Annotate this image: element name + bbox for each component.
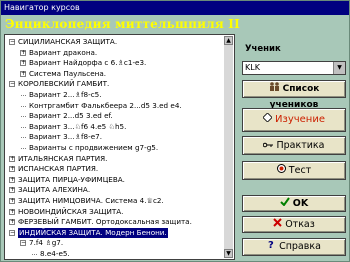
tree-connector (21, 148, 26, 149)
tree-connector (21, 105, 26, 107)
tree-item[interactable]: −7.f4 ♗g7. (5, 238, 223, 249)
tree-item[interactable]: Контргамбит Фалькбеера 2...d5 3.ed e4. (5, 101, 223, 112)
tree-item-label: ИСПАНСКАЯ ПАРТИЯ. (18, 164, 99, 174)
tree-item[interactable]: + ЗАЩИТА НИМЦОВИЧА. Система 4.♕c2. (5, 196, 223, 207)
tree-scrollbar[interactable]: ▲ ▼ (224, 36, 233, 258)
practice-label: Практика (276, 140, 325, 151)
diamond-icon (262, 109, 273, 131)
tree-item-label: Вариант Найдорфа с 6.♗c1-e3. (29, 58, 147, 68)
tree-item[interactable]: Вариант 2...♗f8-c5. (5, 90, 223, 101)
tree-item-label: Вариант 3...♗f8-e7. (29, 132, 102, 142)
tree-connector (32, 254, 37, 255)
course-navigator-window: Навигатор курсов Энциклопедия миттельшпи… (0, 0, 350, 262)
student-select-value: KLK (245, 63, 260, 72)
tree-item-label: ЗАЩИТА АЛЕХИНА. (18, 185, 91, 195)
collapse-minus-icon[interactable]: − (9, 229, 15, 236)
tree-item-label: Контргамбит Фалькбеера 2...d5 3.ed e4. (29, 100, 182, 110)
expand-plus-icon[interactable]: + (9, 208, 15, 215)
tree-item[interactable]: − СИЦИЛИАНСКАЯ ЗАЩИТА. (5, 37, 223, 48)
x-icon (273, 217, 282, 232)
target-icon (276, 162, 286, 179)
tree-item-label: Система Паульсена. (29, 68, 107, 78)
tree-item[interactable]: Вариант 3...♗f8-e7. (5, 132, 223, 143)
tree-item[interactable]: + ФЕРЗЕВЫЙ ГАМБИТ. Ортодоксальная защита. (5, 217, 223, 228)
tree-connector (21, 137, 26, 139)
tree-item-label: Вариант 2...d5 3.ed ef. (29, 111, 113, 121)
tree-item[interactable]: + Вариант Найдорфа с 6.♗c1-e3. (5, 58, 223, 69)
window-title: Навигатор курсов (4, 3, 80, 12)
tree-connector (21, 116, 26, 118)
tree-item[interactable]: + НОВОИНДИЙСКАЯ ЗАЩИТА. (5, 207, 223, 218)
ok-button[interactable]: OK (242, 195, 346, 212)
tree-item-label: Вариант дракона. (29, 47, 98, 57)
tree-item-label: 7.f4 ♗g7. (29, 238, 64, 248)
expand-plus-icon[interactable]: + (9, 176, 15, 183)
key-icon (263, 137, 274, 154)
tree-connector (21, 95, 26, 96)
expand-plus-icon[interactable]: + (9, 155, 15, 162)
student-select[interactable]: KLK ▼ (242, 61, 346, 75)
tree-item-label: СИЦИЛИАНСКАЯ ЗАЩИТА. (18, 37, 118, 46)
tree-item[interactable]: + ЗАЩИТА ПИРЦА-УФИМЦЕВА. (5, 175, 223, 186)
expand-plus-icon[interactable]: + (20, 70, 26, 77)
tree-item-label: ЗАЩИТА НИМЦОВИЧА. Система 4.♕c2. (18, 196, 164, 205)
tree-item[interactable]: − ИНДИЙСКАЯ ЗАЩИТА. Модерн Бенони. (5, 227, 223, 239)
checkmark-icon (280, 196, 290, 211)
tree-item[interactable]: 8.e4-e5. (5, 249, 223, 259)
cancel-label: Отказ (285, 219, 315, 230)
tree-item-label: Вариант 2...♗f8-c5. (29, 90, 102, 99)
course-tree[interactable]: − СИЦИЛИАНСКАЯ ЗАЩИТА. + Вариант дракона. + В… (4, 34, 235, 260)
collapse-minus-icon[interactable]: − (9, 81, 15, 88)
people-icon (269, 81, 280, 97)
tree-item[interactable]: + ИСПАНСКАЯ ПАРТИЯ. (5, 164, 223, 175)
tree-item[interactable]: − КОРОЛЕВСКИЙ ГАМБИТ. (5, 79, 223, 90)
window-titlebar[interactable]: Навигатор курсов (1, 1, 349, 15)
tree-item-label: ИНДИЙСКАЯ ЗАЩИТА. Модерн Бенони. (18, 227, 168, 239)
tree-item[interactable]: + Система Паульсена. (5, 69, 223, 80)
student-list-button[interactable]: Список учеников (242, 80, 346, 110)
svg-text:?: ? (268, 240, 274, 249)
scroll-up-arrow-icon[interactable]: ▲ (224, 36, 233, 45)
tree-item[interactable]: Вариант 2...d5 3.ed ef. (5, 111, 223, 122)
tree-item-label: Варианты с продвижением g7-g5. (29, 143, 159, 152)
page-title: Энциклопедия миттельшпиля II (5, 17, 240, 31)
tree-item-label: ИТАЛЬЯНСКАЯ ПАРТИЯ. (18, 153, 108, 163)
question-icon: ? (267, 239, 276, 255)
help-label: Справка (279, 241, 321, 252)
scroll-down-arrow-icon[interactable]: ▼ (224, 249, 233, 258)
help-button[interactable]: ? Справка (242, 238, 346, 256)
tree-item[interactable]: + ИТАЛЬЯНСКАЯ ПАРТИЯ. (5, 154, 223, 165)
expand-plus-icon[interactable]: + (9, 187, 15, 194)
tree-item[interactable]: + Вариант дракона. (5, 48, 223, 59)
tree-item-label: 8.e4-e5. (40, 249, 70, 258)
expand-plus-icon[interactable]: + (20, 60, 26, 67)
expand-plus-icon[interactable]: + (20, 49, 26, 56)
tree-item[interactable]: Варианты с продвижением g7-g5. (5, 143, 223, 154)
tree-connector (21, 126, 26, 128)
expand-plus-icon[interactable]: + (9, 166, 15, 173)
study-label: Изучение (275, 114, 325, 125)
tree-item-label: Вариант 3...♘f6 4.e5 ♘h5. (29, 121, 127, 131)
tree-item-label: ЗАЩИТА ПИРЦА-УФИМЦЕВА. (18, 174, 125, 184)
collapse-minus-icon[interactable]: − (20, 240, 26, 247)
ok-label: OK (292, 198, 309, 209)
tree-item-label: ФЕРЗЕВЫЙ ГАМБИТ. Ортодоксальная защита. (18, 217, 192, 227)
tree-item-label: КОРОЛЕВСКИЙ ГАМБИТ. (18, 79, 110, 89)
practice-button[interactable]: Практика (242, 136, 346, 155)
expand-plus-icon[interactable]: + (9, 219, 15, 226)
student-label: Ученик (245, 44, 281, 54)
expand-plus-icon[interactable]: + (9, 198, 15, 204)
collapse-minus-icon[interactable]: − (9, 39, 15, 45)
tree-item-label: НОВОИНДИЙСКАЯ ЗАЩИТА. (18, 206, 124, 216)
study-button[interactable]: Изучение (242, 108, 346, 132)
test-button[interactable]: Тест (242, 161, 346, 180)
cancel-button[interactable]: Отказ (242, 216, 346, 233)
tree-item[interactable]: + ЗАЩИТА АЛЕХИНА. (5, 185, 223, 196)
tree-item[interactable]: Вариант 3...♘f6 4.e5 ♘h5. (5, 122, 223, 133)
test-label: Тест (288, 165, 312, 176)
chevron-down-icon[interactable]: ▼ (333, 62, 345, 74)
